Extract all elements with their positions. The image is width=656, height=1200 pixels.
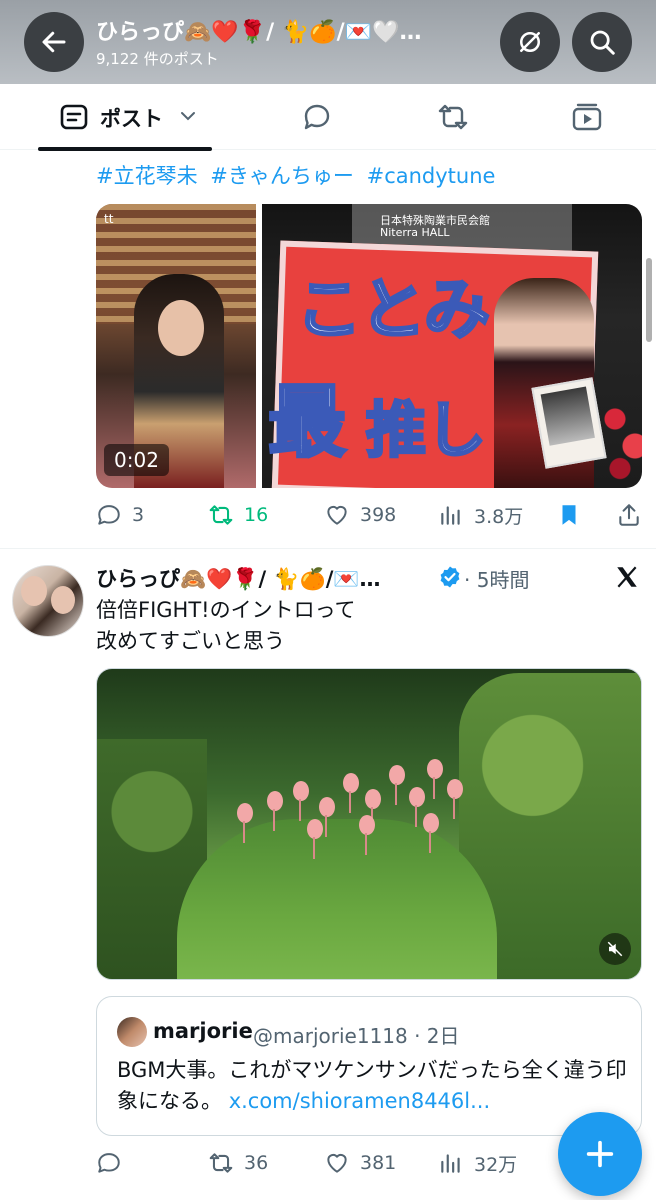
flamingo: [267, 791, 283, 831]
flamingo: [409, 787, 425, 827]
back-button[interactable]: [24, 12, 84, 72]
repost-count: 16: [244, 504, 269, 526]
views-icon: [441, 506, 460, 525]
video-watermark: tt: [104, 212, 114, 226]
repost-icon: [209, 505, 233, 525]
tab-posts-label: ポスト: [100, 107, 163, 131]
views-count: 3.8万: [474, 505, 524, 528]
plus-icon: [586, 1140, 614, 1168]
like-button[interactable]: 381: [324, 1146, 396, 1180]
fan-sign-text-1: ことみ: [295, 270, 492, 350]
scrollbar[interactable]: [646, 258, 652, 342]
fan-sign-text-2: 最: [266, 377, 347, 470]
views-button[interactable]: 32万: [438, 1146, 517, 1180]
views-icon: [441, 1154, 460, 1173]
bookmark-filled-icon: [562, 505, 576, 525]
repost-button[interactable]: 16: [208, 498, 268, 532]
bell-off-icon: [520, 32, 540, 52]
flamingo: [237, 803, 253, 843]
quote-text: BGM大事。これがマツケンサンバだったら全く違う印象になる。 x.com/shi…: [117, 1055, 627, 1117]
fan-sign-text-3: 推し: [365, 395, 488, 468]
tab-media[interactable]: [570, 100, 604, 134]
tweet2-text-line1: 倍倍FIGHT!のイントロって: [96, 598, 356, 622]
reply-button[interactable]: 3: [96, 498, 144, 532]
tab-replies[interactable]: [300, 100, 334, 134]
hashtag-link[interactable]: #立花琴未: [96, 164, 198, 188]
profile-name: ひらっぴ🙈❤️🌹/ 🐈🍊/💌🤍…: [96, 20, 422, 45]
reply-icon: [98, 505, 120, 525]
verified-badge-icon: [440, 566, 460, 588]
video-duration: 0:02: [104, 444, 169, 476]
reply-button[interactable]: [96, 1146, 122, 1180]
hashtag-link[interactable]: #candytune: [367, 164, 496, 188]
repost-button[interactable]: 36: [208, 1146, 268, 1180]
photo-roses: [600, 392, 642, 482]
x-logo-icon[interactable]: [614, 564, 640, 590]
repost-icon: [209, 1153, 233, 1173]
video-lawn: [177, 819, 497, 979]
chevron-down-icon[interactable]: [178, 106, 198, 126]
tweet1-hashtags: #立花琴未 #きゃんちゅー #candytune: [96, 160, 501, 190]
search-button[interactable]: [572, 12, 632, 72]
post-count: 9,122 件のポスト: [96, 50, 219, 68]
notifications-off-button[interactable]: [500, 12, 560, 72]
share-button[interactable]: [616, 498, 642, 532]
profile-tabs: ポスト: [0, 84, 656, 151]
quote-link[interactable]: x.com/shioramen8446l...: [229, 1089, 490, 1113]
reply-count: 3: [132, 504, 145, 526]
bookmark-button[interactable]: [556, 498, 582, 532]
like-button[interactable]: 398: [324, 498, 396, 532]
photo-polaroid: [531, 377, 607, 469]
flamingo: [319, 797, 335, 837]
tweet2-text-line2: 改めてすごいと思う: [96, 629, 285, 653]
reply-icon: [98, 1153, 120, 1173]
flamingo: [307, 819, 323, 859]
tweet1-photo[interactable]: 日本特殊陶業市民会館 Niterra HALL ことみ 最 推し: [262, 204, 642, 488]
heart-icon: [327, 1153, 347, 1173]
flamingo: [427, 759, 443, 799]
flamingo: [447, 779, 463, 819]
flamingo: [389, 765, 405, 805]
tweet2-text: 倍倍FIGHT!のイントロって 改めてすごいと思う: [96, 595, 356, 657]
profile-header: ひらっぴ🙈❤️🌹/ 🐈🍊/💌🤍… 9,122 件のポスト: [0, 0, 656, 84]
video-face: [158, 300, 204, 356]
quote-author: marjorie: [153, 1019, 253, 1043]
tweet2-author[interactable]: ひらっぴ🙈❤️🌹/ 🐈🍊/💌…: [96, 563, 434, 593]
photo-building-text: Niterra HALL: [380, 226, 450, 239]
quoted-tweet[interactable]: marjorie @marjorie1118 · 2日 BGM大事。これがマツケ…: [96, 996, 642, 1136]
flamingo: [423, 813, 439, 853]
back-arrow-icon: [42, 31, 66, 53]
heart-icon: [327, 505, 347, 525]
flamingo: [343, 773, 359, 813]
flamingo: [365, 789, 381, 829]
like-count: 381: [360, 1152, 397, 1174]
post-list-icon: [60, 104, 88, 130]
like-count: 398: [360, 504, 397, 526]
tab-reposts[interactable]: [436, 100, 470, 134]
mute-icon: [607, 941, 623, 957]
search-icon: [590, 30, 615, 55]
tweet2-video[interactable]: [96, 668, 642, 980]
tweet-divider: [0, 548, 656, 549]
active-tab-indicator: [38, 147, 212, 151]
tweet2-time[interactable]: · 5時間: [464, 564, 529, 593]
hashtag-link[interactable]: #きゃんちゅー: [210, 164, 354, 188]
flamingo: [359, 815, 375, 855]
mute-button[interactable]: [599, 933, 631, 965]
quote-avatar: [117, 1017, 147, 1047]
share-icon: [619, 504, 639, 526]
tab-posts[interactable]: ポスト: [38, 84, 212, 151]
compose-post-button[interactable]: [558, 1112, 642, 1196]
views-button[interactable]: 3.8万: [438, 498, 523, 532]
repost-count: 36: [244, 1152, 269, 1174]
flamingo: [293, 781, 309, 821]
tweet1-video[interactable]: tt 0:02: [96, 204, 256, 488]
quote-handle: @marjorie1118 · 2日: [253, 1024, 460, 1048]
tweet1-actions: 3 16 398 3.8万: [96, 498, 656, 532]
avatar[interactable]: [12, 565, 84, 637]
views-count: 32万: [474, 1153, 518, 1176]
